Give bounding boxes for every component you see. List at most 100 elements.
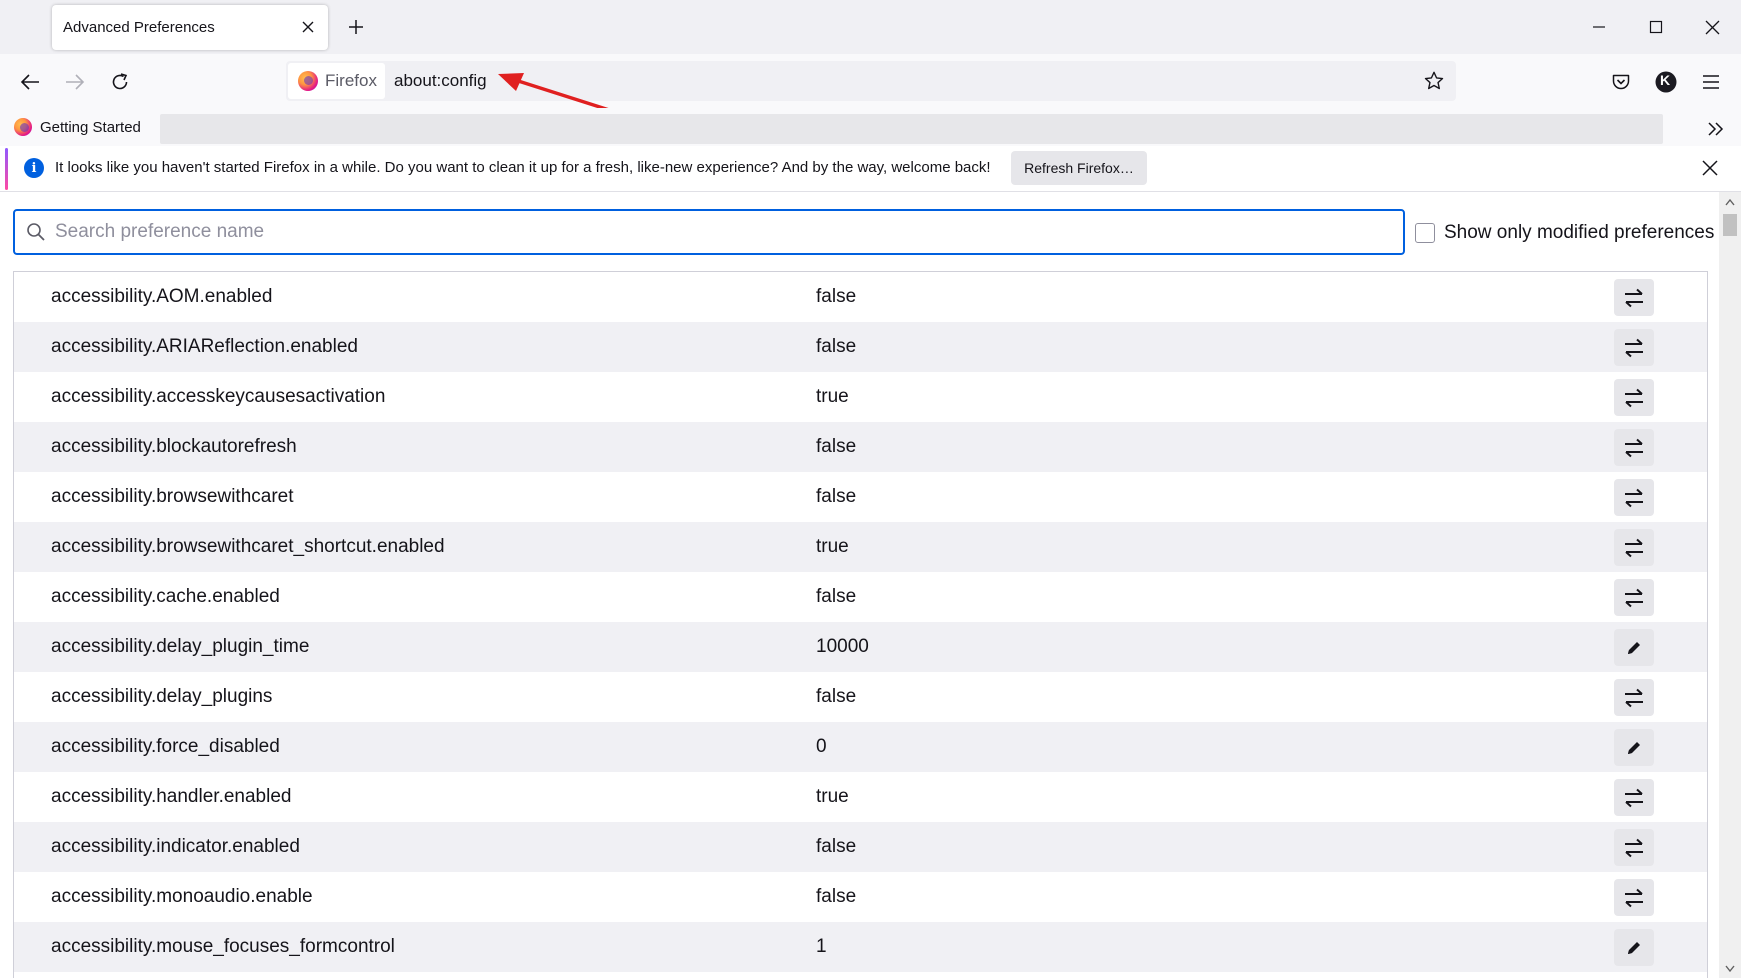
- pocket-icon[interactable]: [1606, 67, 1636, 97]
- preference-value: false: [816, 336, 857, 357]
- search-input[interactable]: [55, 217, 1395, 247]
- preference-row[interactable]: accessibility.browsewithcaret false: [14, 472, 1707, 522]
- scroll-up-arrow-icon[interactable]: [1719, 194, 1741, 210]
- preference-value: 0: [816, 736, 827, 757]
- preference-name: accessibility.browsewithcaret_shortcut.e…: [51, 536, 445, 557]
- preference-name: accessibility.indicator.enabled: [51, 836, 300, 857]
- toggle-arrows-icon[interactable]: [1614, 829, 1654, 866]
- toggle-arrows-icon[interactable]: [1614, 779, 1654, 816]
- edit-pencil-icon[interactable]: [1614, 629, 1654, 666]
- preference-value: false: [816, 686, 857, 707]
- forward-arrow-icon[interactable]: [60, 67, 90, 97]
- preference-row[interactable]: accessibility.delay_plugin_time 10000: [14, 622, 1707, 672]
- preferences-table: accessibility.AOM.enabled false accessibil…: [13, 271, 1708, 978]
- page-scrollbar[interactable]: [1719, 192, 1741, 978]
- toggle-arrows-icon[interactable]: [1614, 379, 1654, 416]
- search-icon: [26, 222, 46, 242]
- preference-name: accessibility.delay_plugin_time: [51, 636, 310, 657]
- account-avatar[interactable]: K: [1651, 67, 1681, 97]
- preference-name: accessibility.delay_plugins: [51, 686, 273, 707]
- bookmark-star-icon[interactable]: [1420, 67, 1448, 95]
- preference-row[interactable]: accessibility.browsewithcaret_shortcut.e…: [14, 522, 1707, 572]
- preference-value: true: [816, 786, 849, 807]
- preference-row[interactable]: accessibility.AOM.enabled false: [14, 272, 1707, 322]
- preference-value: false: [816, 836, 857, 857]
- preference-value: false: [816, 486, 857, 507]
- address-bar[interactable]: Firefox about:config: [286, 61, 1456, 101]
- hamburger-menu-icon[interactable]: [1696, 67, 1726, 97]
- minimize-icon[interactable]: [1584, 12, 1614, 42]
- preference-row[interactable]: accessibility.force_disabled 0: [14, 722, 1707, 772]
- preference-name: accessibility.AOM.enabled: [51, 286, 273, 307]
- preference-row[interactable]: accessibility.delay_plugins false: [14, 672, 1707, 722]
- notification-accent: [5, 148, 8, 190]
- back-arrow-icon[interactable]: [15, 67, 45, 97]
- show-modified-toggle[interactable]: Show only modified preferences: [1415, 222, 1714, 244]
- toggle-arrows-icon[interactable]: [1614, 579, 1654, 616]
- preference-value: false: [816, 586, 857, 607]
- scrollbar-thumb[interactable]: [1723, 214, 1737, 236]
- preference-value: false: [816, 286, 857, 307]
- toggle-arrows-icon[interactable]: [1614, 529, 1654, 566]
- identity-box[interactable]: Firefox: [288, 63, 385, 99]
- preference-name: accessibility.ARIAReflection.enabled: [51, 336, 358, 357]
- preference-value: 10000: [816, 636, 869, 657]
- scroll-down-arrow-icon[interactable]: [1719, 960, 1741, 976]
- tab-advanced-preferences[interactable]: Advanced Preferences: [52, 5, 328, 50]
- firefox-logo-icon: [14, 118, 32, 136]
- show-modified-label: Show only modified preferences: [1444, 222, 1715, 243]
- preference-value: 1: [816, 936, 827, 957]
- preference-name: accessibility.browsewithcaret: [51, 486, 294, 507]
- preference-row[interactable]: accessibility.handler.enabled true: [14, 772, 1707, 822]
- notification-close-icon[interactable]: [1697, 155, 1723, 181]
- preference-row[interactable]: accessibility.cache.enabled false: [14, 572, 1707, 622]
- url-text[interactable]: about:config: [394, 71, 487, 91]
- preference-name: accessibility.cache.enabled: [51, 586, 280, 607]
- preference-name: accessibility.mouse_focuses_formcontrol: [51, 936, 395, 957]
- preference-search-box[interactable]: [13, 209, 1405, 255]
- new-tab-plus-icon[interactable]: [343, 14, 369, 40]
- reload-icon[interactable]: [105, 67, 135, 97]
- identity-label: Firefox: [325, 71, 377, 90]
- preference-name: accessibility.handler.enabled: [51, 786, 292, 807]
- preference-row[interactable]: accessibility.ARIAReflection.enabled fals…: [14, 322, 1707, 372]
- toggle-arrows-icon[interactable]: [1614, 479, 1654, 516]
- show-modified-checkbox[interactable]: [1415, 223, 1435, 243]
- bookmarks-redacted-area: [160, 114, 1663, 144]
- info-icon: i: [24, 158, 44, 178]
- bookmarks-toolbar: Getting Started: [0, 108, 1741, 146]
- firefox-logo-icon: [298, 71, 318, 91]
- bookmark-getting-started[interactable]: Getting Started: [14, 114, 141, 140]
- tab-close-icon[interactable]: [298, 17, 318, 37]
- account-initial: K: [1660, 72, 1671, 88]
- preference-value: false: [816, 436, 857, 457]
- preference-value: true: [816, 536, 849, 557]
- toggle-arrows-icon[interactable]: [1614, 679, 1654, 716]
- maximize-icon[interactable]: [1641, 12, 1671, 42]
- preference-name: accessibility.accesskeycausesactivation: [51, 386, 386, 407]
- navigation-toolbar: Firefox about:config K: [0, 54, 1741, 108]
- preference-row[interactable]: accessibility.mouse_focuses_formcontrol 1: [14, 922, 1707, 972]
- toggle-arrows-icon[interactable]: [1614, 279, 1654, 316]
- tab-strip: Advanced Preferences: [0, 0, 1741, 54]
- toggle-arrows-icon[interactable]: [1614, 879, 1654, 916]
- preference-value: true: [816, 386, 849, 407]
- preference-row[interactable]: accessibility.indicator.enabled false: [14, 822, 1707, 872]
- preference-row[interactable]: accessibility.monoaudio.enable false: [14, 872, 1707, 922]
- preference-row[interactable]: accessibility.blockautorefresh false: [14, 422, 1707, 472]
- refresh-firefox-button[interactable]: Refresh Firefox…: [1011, 151, 1147, 185]
- preference-value: false: [816, 886, 857, 907]
- preference-name: accessibility.monoaudio.enable: [51, 886, 313, 907]
- refresh-notification: i It looks like you haven't started Fire…: [0, 146, 1741, 192]
- preference-name: accessibility.force_disabled: [51, 736, 280, 757]
- edit-pencil-icon[interactable]: [1614, 929, 1654, 966]
- toggle-arrows-icon[interactable]: [1614, 429, 1654, 466]
- tab-title: Advanced Preferences: [63, 19, 215, 36]
- preference-row[interactable]: accessibility.accesskeycausesactivation t…: [14, 372, 1707, 422]
- bookmarks-overflow-chevron-icon[interactable]: [1703, 116, 1729, 142]
- preference-name: accessibility.blockautorefresh: [51, 436, 297, 457]
- window-close-icon[interactable]: [1697, 12, 1727, 42]
- bookmark-label: Getting Started: [40, 118, 141, 136]
- toggle-arrows-icon[interactable]: [1614, 329, 1654, 366]
- edit-pencil-icon[interactable]: [1614, 729, 1654, 766]
